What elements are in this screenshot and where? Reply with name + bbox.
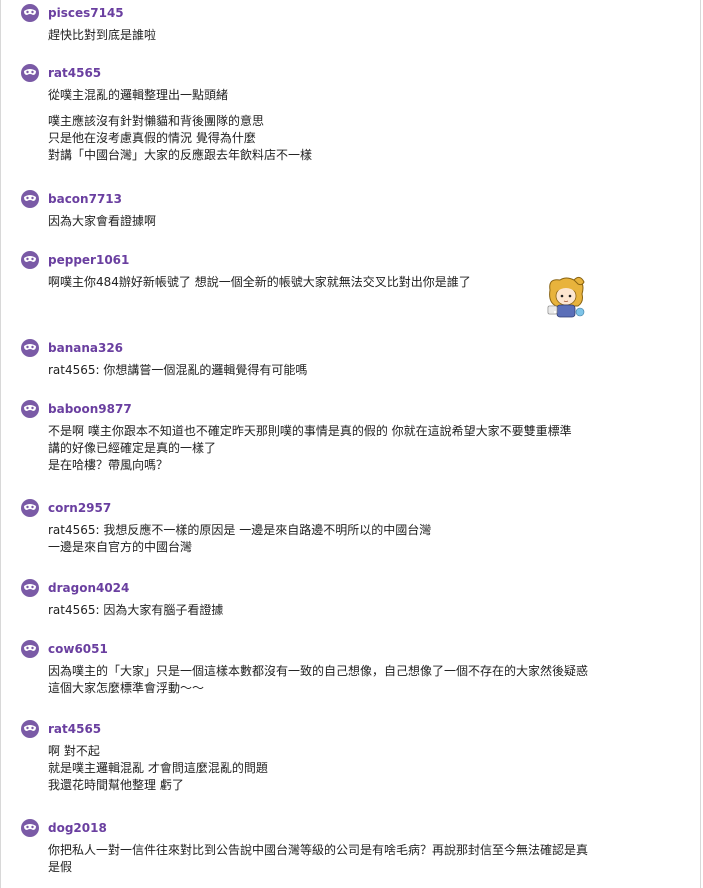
comment: corn2957 rat4565: 我想反應不一樣的原因是 一邊是來自路邊不明所… xyxy=(21,497,680,556)
mask-icon[interactable] xyxy=(21,64,39,82)
comment-line: 你把私人一對一信件往來對比到公告說中國台灣等級的公司是有啥毛病？再說那封信至今無… xyxy=(48,843,589,857)
comment-body: rat4565: 因為大家有腦子看證據 xyxy=(48,602,680,619)
mask-icon[interactable] xyxy=(21,4,39,22)
username[interactable]: pepper1061 xyxy=(48,249,129,271)
username[interactable]: bacon7713 xyxy=(48,188,122,210)
comment: rat4565 從噗主混亂的邏輯整理出一點頭緒 噗主應該沒有針對懶貓和背後團隊的… xyxy=(21,62,680,164)
girl-sticker-icon xyxy=(544,276,590,320)
username[interactable]: dragon4024 xyxy=(48,577,129,599)
mask-icon[interactable] xyxy=(21,720,39,738)
mask-icon[interactable] xyxy=(21,339,39,357)
mask-icon[interactable] xyxy=(21,251,39,269)
comment: baboon9877 不是啊 噗主你跟本不知道也不確定昨天那則噗的事情是真的假的… xyxy=(21,398,680,474)
username[interactable]: dog2018 xyxy=(48,817,107,839)
comment: bacon7713 因為大家會看證據啊 xyxy=(21,188,680,230)
username[interactable]: baboon9877 xyxy=(48,398,132,420)
comment-line: 講的好像已經確定是真的一樣了 xyxy=(48,441,217,455)
comment-line: 我還花時間幫他整理 虧了 xyxy=(48,778,184,792)
comment-body: 你把私人一對一信件往來對比到公告說中國台灣等級的公司是有啥毛病？再說那封信至今無… xyxy=(48,842,680,876)
comment-thread: pisces7145 趕快比對到底是誰啦 rat4565 從噗主混亂的邏輯整理出… xyxy=(0,0,701,888)
comment: banana326 rat4565: 你想講嘗一個混亂的邏輯覺得有可能嗎 xyxy=(21,337,680,379)
comment-line: 就是噗主邏輯混亂 才會問這麼混亂的問題 xyxy=(48,761,268,775)
comment-line: 是在哈樓？帶風向嗎？ xyxy=(48,458,169,472)
comment-line: 從噗主混亂的邏輯整理出一點頭緒 xyxy=(48,88,229,102)
comment-line: 對講「中國台灣」大家的反應跟去年飲料店不一樣 xyxy=(48,148,313,162)
comment: dog2018 你把私人一對一信件往來對比到公告說中國台灣等級的公司是有啥毛病？… xyxy=(21,817,680,876)
comment-line: 只是他在沒考慮真假的情況 覺得為什麼 xyxy=(48,131,256,145)
comment-body: rat4565: 你想講嘗一個混亂的邏輯覺得有可能嗎 xyxy=(48,362,680,379)
comment-line: 啊 對不起 xyxy=(48,744,100,758)
comment: rat4565 啊 對不起 就是噗主邏輯混亂 才會問這麼混亂的問題 我還花時間幫… xyxy=(21,718,680,794)
mask-icon[interactable] xyxy=(21,640,39,658)
comment-line: rat4565: 我想反應不一樣的原因是 一邊是來自路邊不明所以的中國台灣 xyxy=(48,523,432,537)
comment-line: 噗主應該沒有針對懶貓和背後團隊的意思 xyxy=(48,114,265,128)
comment-line: 不是啊 噗主你跟本不知道也不確定昨天那則噗的事情是真的假的 你就在這說希望大家不… xyxy=(48,424,572,438)
comment-line: rat4565: 你想講嘗一個混亂的邏輯覺得有可能嗎 xyxy=(48,363,308,377)
comment-body: 因為大家會看證據啊 xyxy=(48,213,680,230)
mask-icon[interactable] xyxy=(21,190,39,208)
username[interactable]: rat4565 xyxy=(48,62,101,84)
mask-icon[interactable] xyxy=(21,579,39,597)
mask-icon[interactable] xyxy=(21,400,39,418)
username[interactable]: rat4565 xyxy=(48,718,101,740)
comment-body: 不是啊 噗主你跟本不知道也不確定昨天那則噗的事情是真的假的 你就在這說希望大家不… xyxy=(48,423,680,474)
username[interactable]: corn2957 xyxy=(48,497,111,519)
comment-body: rat4565: 我想反應不一樣的原因是 一邊是來自路邊不明所以的中國台灣 一邊… xyxy=(48,522,680,556)
comment-line: 因為噗主的「大家」只是一個這樣本數都沒有一致的自己想像，自己想像了一個不存在的大… xyxy=(48,664,589,678)
mask-icon[interactable] xyxy=(21,819,39,837)
username[interactable]: banana326 xyxy=(48,337,123,359)
comment-body: 啊 對不起 就是噗主邏輯混亂 才會問這麼混亂的問題 我還花時間幫他整理 虧了 xyxy=(48,743,680,794)
comment-body: 從噗主混亂的邏輯整理出一點頭緒 噗主應該沒有針對懶貓和背後團隊的意思 只是他在沒… xyxy=(48,87,680,164)
comment-line: 一邊是來自官方的中國台灣 xyxy=(48,540,193,554)
mask-icon[interactable] xyxy=(21,499,39,517)
username[interactable]: pisces7145 xyxy=(48,2,124,24)
comment: dragon4024 rat4565: 因為大家有腦子看證據 xyxy=(21,577,680,619)
username[interactable]: cow6051 xyxy=(48,638,108,660)
comment-line: rat4565: 因為大家有腦子看證據 xyxy=(48,603,224,617)
comment-line: 是假 xyxy=(48,860,73,874)
comment-body: 因為噗主的「大家」只是一個這樣本數都沒有一致的自己想像，自己想像了一個不存在的大… xyxy=(48,663,680,697)
comment-line: 這個大家怎麼標準會浮動～～ xyxy=(48,681,205,695)
comment-line: 趕快比對到底是誰啦 xyxy=(48,28,157,42)
comment: cow6051 因為噗主的「大家」只是一個這樣本數都沒有一致的自己想像，自己想像… xyxy=(21,638,680,697)
comment: pisces7145 趕快比對到底是誰啦 xyxy=(21,2,680,44)
comment-body: 趕快比對到底是誰啦 xyxy=(48,27,680,44)
comment-line: 因為大家會看證據啊 xyxy=(48,214,157,228)
